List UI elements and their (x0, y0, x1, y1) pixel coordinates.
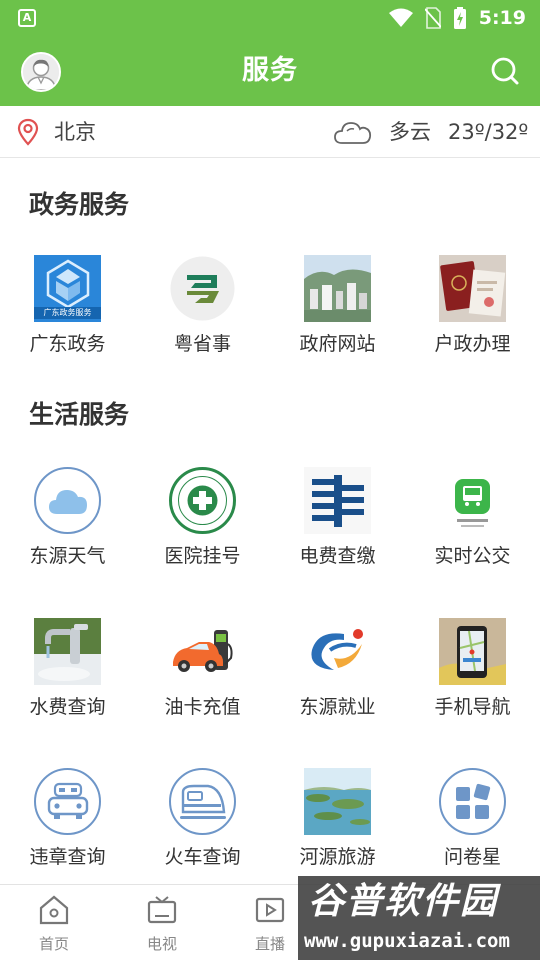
service-label: 东源就业 (299, 696, 376, 718)
service-label: 手机导航 (434, 696, 511, 718)
service-questionnaire[interactable]: 问卷星 (405, 768, 540, 888)
bus-icon (439, 467, 506, 534)
train-icon (169, 768, 236, 835)
service-label: 户政办理 (434, 333, 511, 355)
car-icon (34, 768, 101, 835)
service-label: 政府网站 (299, 333, 376, 355)
cloud-weather-icon (334, 122, 372, 144)
service-tourism[interactable]: 河源旅游 (270, 768, 405, 888)
status-bar: A 5:19 (0, 0, 540, 36)
guangdong-gov-icon: 广东政务服务 (34, 255, 101, 322)
service-yueshengshi[interactable]: 粤省事 (135, 255, 270, 375)
icon-caption: 广东政务服务 (34, 307, 101, 319)
clock: 5:19 (478, 7, 526, 29)
phone-map-icon (439, 618, 506, 685)
watermark: 谷普软件园 www.gupuxiazai.com (298, 876, 540, 960)
wifi-icon (388, 8, 413, 27)
service-label: 水费查询 (29, 696, 106, 718)
live-icon (255, 897, 285, 923)
city-photo-icon (304, 255, 371, 322)
yueshengshi-icon (169, 255, 236, 322)
service-label: 电费查缴 (299, 545, 376, 567)
car-charging-icon (169, 618, 236, 685)
hospital-logo-icon (169, 467, 236, 534)
service-gov-website[interactable]: 政府网站 (270, 255, 405, 375)
service-phone-nav[interactable]: 手机导航 (405, 618, 540, 738)
service-label: 粤省事 (173, 333, 231, 355)
service-label: 油卡充值 (164, 696, 241, 718)
app-header: 服务 (0, 36, 540, 106)
power-grid-logo-icon (304, 467, 371, 534)
service-household[interactable]: 户政办理 (405, 255, 540, 375)
service-label: 东源天气 (29, 545, 106, 567)
service-train[interactable]: 火车查询 (135, 768, 270, 888)
location-weather-bar: 北京 多云 23º/32º (0, 106, 540, 158)
service-guangdong-gov[interactable]: 广东政务服务 广东政务 (0, 255, 135, 375)
faucet-icon (34, 618, 101, 685)
status-icons: 5:19 (388, 6, 526, 30)
service-label: 火车查询 (164, 846, 241, 868)
search-icon (491, 57, 519, 85)
nav-item-home[interactable]: 首页 (0, 885, 108, 960)
watermark-name: 谷普软件园 (308, 881, 499, 922)
search-button[interactable] (490, 56, 520, 86)
grid-icon (439, 768, 506, 835)
weather-condition: 多云 (389, 120, 431, 144)
watermark-url: www.gupuxiazai.com (304, 930, 510, 952)
service-employment[interactable]: 东源就业 (270, 618, 405, 738)
app-notification-icon: A (18, 9, 36, 27)
service-weather[interactable]: 东源天气 (0, 467, 135, 587)
service-label: 问卷星 (443, 846, 501, 868)
service-label: 实时公交 (434, 545, 511, 567)
battery-charging-icon (453, 7, 466, 29)
service-hospital[interactable]: 医院挂号 (135, 467, 270, 587)
nav-label: 首页 (38, 935, 69, 953)
service-fuel-card[interactable]: 油卡充值 (135, 618, 270, 738)
temperature-range: 23º/32º (448, 120, 529, 144)
service-label: 广东政务 (29, 333, 106, 355)
lake-photo-icon (304, 768, 371, 835)
home-icon (39, 895, 69, 925)
services-page: A 5:19 服务 北京 多云 23º/32º 政务服务 广东政务服务 广东政务… (0, 0, 540, 960)
cloud-icon (34, 467, 101, 534)
service-label: 医院挂号 (164, 545, 241, 567)
service-electricity[interactable]: 电费查缴 (270, 467, 405, 587)
service-bus[interactable]: 实时公交 (405, 467, 540, 587)
no-sim-icon (424, 7, 441, 29)
page-title: 服务 (242, 55, 298, 86)
passport-photo-icon (439, 255, 506, 322)
tv-icon (147, 896, 177, 924)
service-water[interactable]: 水费查询 (0, 618, 135, 738)
employment-logo-icon (304, 618, 371, 685)
location-pin-icon[interactable] (16, 118, 40, 146)
service-violation[interactable]: 违章查询 (0, 768, 135, 888)
city-name[interactable]: 北京 (54, 117, 96, 147)
section-title-life: 生活服务 (29, 400, 130, 429)
nav-label: 电视 (146, 935, 177, 953)
service-label: 违章查询 (29, 846, 106, 868)
nav-item-tv[interactable]: 电视 (108, 885, 216, 960)
service-label: 河源旅游 (299, 846, 376, 868)
section-title-government: 政务服务 (29, 190, 130, 219)
